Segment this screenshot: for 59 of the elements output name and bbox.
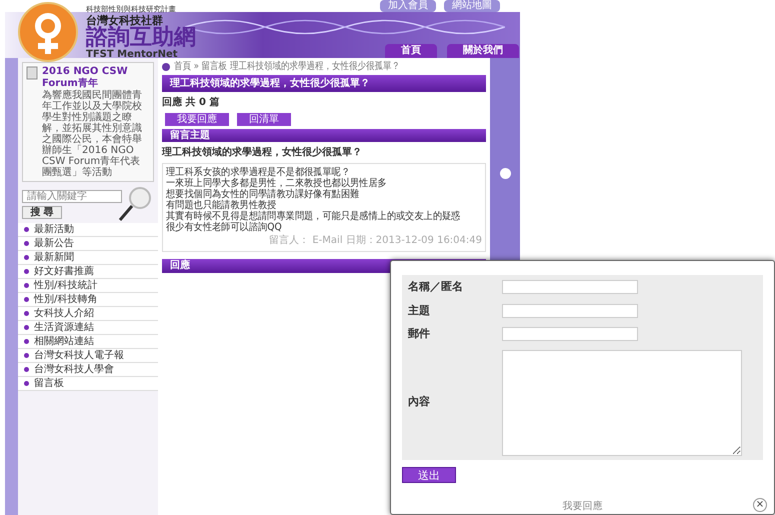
section-header: 留言主題 — [162, 129, 486, 142]
message-line: 很少有女性老師可以諮詢QQ — [166, 222, 283, 233]
sidebar-menu-item[interactable]: 相關網站連結 — [18, 335, 158, 349]
sidebar-menu-item[interactable]: 最新公告 — [18, 237, 158, 251]
action-button[interactable]: 我要回應 — [165, 113, 229, 126]
bullet-icon — [24, 283, 29, 288]
dialog-title: 我要回應 — [562, 500, 602, 514]
message-line: 想要找個同為女性的同學請教功課好像有點困難 — [166, 189, 360, 200]
message-line: 一來班上同學大多都是男性，二來教授也都以男性居多 — [166, 178, 388, 189]
field-label: 郵件 — [406, 326, 431, 342]
bullet-icon — [24, 297, 29, 302]
text-field[interactable] — [502, 280, 638, 294]
sidebar-menu-item[interactable]: 最新活動 — [18, 223, 158, 237]
page-title: 理工科技領域的求學過程，女性很少很孤單？ — [162, 75, 486, 92]
sidebar-menu-item[interactable]: 最新新聞 — [18, 251, 158, 265]
bullet-icon — [24, 325, 29, 330]
text-field[interactable] — [502, 327, 638, 342]
bullet-icon — [24, 353, 29, 358]
content-textarea[interactable] — [502, 350, 742, 456]
field-label: 主題 — [407, 302, 431, 318]
sidebar-menu-item[interactable]: 留言板 — [18, 377, 158, 391]
sidebar-menu-item[interactable]: 性別/科技轉角 — [18, 293, 158, 307]
bullet-icon — [24, 241, 29, 246]
logo-title: 諮詢互助網 — [86, 26, 197, 50]
message-meta: 留言人： E-Mail 日期：2013-12-09 16:04:49 — [269, 234, 482, 248]
sidebar-menu-item[interactable]: 女科技人介紹 — [18, 307, 158, 321]
bullet-icon — [24, 339, 29, 344]
field-label: 內容 — [407, 394, 431, 410]
sidebar-menu-item[interactable]: 台灣女科技人學會 — [18, 363, 158, 377]
bullet-icon — [24, 255, 29, 260]
sidebar-menu-item[interactable]: 性別/科技統計 — [18, 279, 158, 293]
message-line: 有問題也只能請教男性教授 — [166, 200, 276, 211]
nav-tab[interactable]: 首頁 — [385, 44, 437, 58]
magnifier-icon — [118, 186, 152, 222]
breadcrumb: 首頁 » 留言板 理工科技領域的求學過程，女性很少很孤單？ — [174, 61, 400, 72]
bullet-icon — [24, 381, 29, 386]
submit-button[interactable]: 送出 — [402, 466, 456, 482]
topic-title: 理工科技領域的求學過程，女性很少很孤單？ — [162, 146, 363, 160]
nav-tab[interactable]: 關於我們 — [447, 44, 519, 58]
news-title[interactable]: 2016 NGO CSW Forum青年 — [42, 66, 150, 90]
close-button[interactable]: × — [753, 498, 767, 512]
sidebar-menu-item[interactable]: 台灣女科技人電子報 — [18, 349, 158, 363]
bullet-icon — [24, 227, 29, 232]
text-field[interactable] — [502, 304, 638, 318]
sidebar-menu-item[interactable]: 生活資源連結 — [18, 321, 158, 335]
document-icon — [26, 66, 38, 80]
message-line: 理工科系女孩的求學過程是不是都很孤單呢？ — [166, 167, 351, 178]
bullet-icon — [24, 367, 29, 372]
sidebar-menu-item[interactable]: 好文好書推薦 — [18, 265, 158, 279]
reply-count: 回應 共 0 篇 — [162, 95, 220, 110]
logo-org: 台灣女科技社群 — [86, 14, 163, 26]
logo-subtitle: TFST MentorNet — [86, 50, 179, 60]
search-button[interactable]: 搜 尋 — [22, 206, 62, 219]
home-icon — [162, 62, 170, 70]
bullet-icon — [24, 269, 29, 274]
field-label: 名稱／匿名 — [407, 279, 464, 295]
bullet-icon — [24, 311, 29, 316]
news-summary: 為響應我國民間團體青年工作並以及大學院校學生對性別議題之瞭解，並拓展其性別意識之國際公民，本會特舉辦師生「2016 NGO CSW Forum青年代表團甄選」等活動 — [42, 90, 143, 178]
action-button[interactable]: 回清單 — [237, 113, 291, 126]
